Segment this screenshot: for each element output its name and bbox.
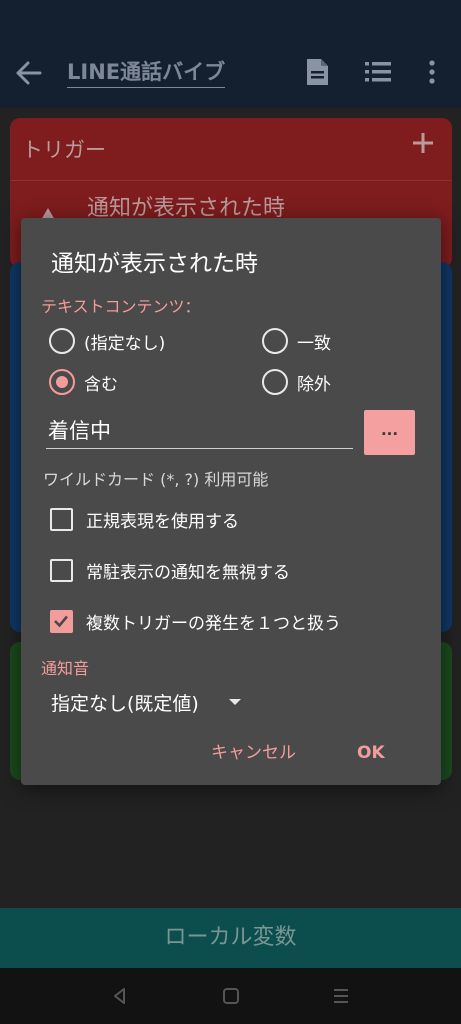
add-trigger-button[interactable] xyxy=(408,128,438,158)
more-vertical-icon xyxy=(429,60,435,84)
status-bar xyxy=(0,0,461,40)
checkbox-icon xyxy=(50,507,73,531)
local-variables-button[interactable]: ローカル変数 xyxy=(0,908,461,968)
trigger-section-header: トリガー xyxy=(22,138,106,162)
back-button[interactable] xyxy=(14,58,48,88)
select-text-button[interactable]: ... xyxy=(364,410,415,455)
wildcard-hint: ワイルドカード (*, ?) 利用可能 xyxy=(43,470,269,489)
checkbox-treat-multiple-as-one[interactable]: 複数トリガーの発生を１つと扱う xyxy=(50,606,341,636)
divider xyxy=(10,180,452,181)
dialog-title: 通知が表示された時 xyxy=(51,251,258,277)
text-content-input[interactable]: 着信中 xyxy=(46,411,353,449)
list-button[interactable] xyxy=(362,58,394,86)
macro-name-field[interactable]: LINE通話バイブ xyxy=(67,56,226,88)
radio-button-selected-icon xyxy=(49,369,75,395)
document-icon xyxy=(307,59,328,85)
radio-button-icon xyxy=(262,328,288,354)
nav-recents-icon xyxy=(334,989,348,1003)
cancel-button[interactable]: キャンセル xyxy=(206,738,301,768)
nav-home-button[interactable] xyxy=(219,984,243,1008)
notification-trigger-dialog: 通知が表示された時 テキストコンテンツ： (指定なし) 一致 含む 除外 着信中… xyxy=(21,218,441,785)
nav-back-icon xyxy=(114,988,125,1004)
nav-back-button[interactable] xyxy=(108,984,132,1008)
document-button[interactable] xyxy=(302,56,332,88)
radio-label: (指定なし) xyxy=(84,333,166,354)
notification-sound-label: 通知音 xyxy=(41,659,90,678)
notification-sound-dropdown[interactable]: 指定なし(既定値) xyxy=(51,686,241,718)
checkbox-label: 正規表現を使用する xyxy=(86,511,239,532)
radio-label: 除外 xyxy=(297,374,331,395)
checkbox-ignore-ongoing[interactable]: 常駐表示の通知を無視する xyxy=(50,555,290,585)
radio-match[interactable]: 一致 xyxy=(262,326,331,356)
navigation-bar xyxy=(0,968,461,1024)
ok-button[interactable]: OK xyxy=(351,738,391,768)
arrow-left-icon xyxy=(16,61,42,85)
nav-recents-button[interactable] xyxy=(329,984,353,1008)
radio-button-icon xyxy=(262,369,288,395)
radio-button-icon xyxy=(49,328,75,354)
checkbox-icon xyxy=(50,558,73,582)
radio-contains[interactable]: 含む xyxy=(49,367,118,397)
dropdown-arrow-icon xyxy=(228,699,241,705)
radio-unspecified[interactable]: (指定なし) xyxy=(49,326,165,356)
checkbox-label: 常駐表示の通知を無視する xyxy=(86,562,290,583)
plus-icon xyxy=(413,133,433,153)
radio-label: 含む xyxy=(84,374,118,395)
nav-home-icon xyxy=(223,988,239,1004)
text-content-label: テキストコンテンツ： xyxy=(41,297,201,316)
app-bar: LINE通話バイブ xyxy=(0,40,461,108)
checkbox-label: 複数トリガーの発生を１つと扱う xyxy=(86,613,341,634)
dropdown-value: 指定なし(既定値) xyxy=(51,692,199,715)
more-options-button[interactable] xyxy=(422,56,442,88)
radio-exclude[interactable]: 除外 xyxy=(262,367,331,397)
screen: LINE通話バイブ トリガー 通知が表示された時 ローカル変数 通知が表示された… xyxy=(0,0,461,1024)
checkbox-use-regex[interactable]: 正規表現を使用する xyxy=(50,504,239,534)
list-icon xyxy=(365,62,391,82)
checkbox-checked-icon xyxy=(50,609,73,633)
radio-label: 一致 xyxy=(297,333,331,354)
